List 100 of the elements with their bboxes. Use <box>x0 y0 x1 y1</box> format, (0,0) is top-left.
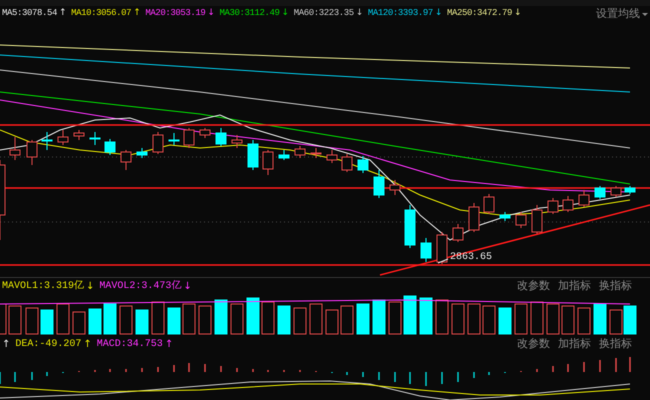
candle <box>168 132 180 146</box>
volume-bar <box>388 302 402 334</box>
volume-bar <box>8 306 22 334</box>
candle <box>358 156 368 174</box>
volume-bar <box>168 308 180 334</box>
candle <box>390 180 400 196</box>
volume-bar <box>72 312 86 334</box>
candle <box>136 148 148 158</box>
volume-bar <box>562 306 574 334</box>
trend-arrow: ↓ <box>207 7 215 20</box>
candle <box>594 186 606 200</box>
volume-bar <box>326 310 338 334</box>
volume-bar <box>482 306 496 334</box>
candle <box>420 238 432 262</box>
candle <box>562 196 574 212</box>
volume-bar <box>610 310 622 334</box>
candle <box>232 134 242 148</box>
candle <box>184 128 194 148</box>
volume-bar <box>420 298 432 334</box>
trend-arrow: ↑ <box>59 7 66 20</box>
indicator-value: MA30:3112.49 <box>220 7 280 20</box>
candle <box>500 212 510 222</box>
candle <box>532 204 542 234</box>
volume-bar <box>310 304 322 334</box>
candle <box>10 136 20 160</box>
volume-bar <box>514 304 528 334</box>
volume-bar <box>372 300 386 334</box>
volume-bar <box>40 310 54 334</box>
indicator-value: MA120:3393.97 <box>368 7 433 20</box>
candle <box>200 128 210 138</box>
candle <box>342 154 352 172</box>
indicator-button[interactable]: 加指标 <box>558 278 591 294</box>
candle <box>578 190 590 208</box>
candle <box>152 132 164 154</box>
indicator-value: MA5:3078.54 <box>2 7 58 20</box>
indicator-value: MAVOL1:3.319亿 <box>2 279 84 294</box>
volume-bar <box>26 308 38 334</box>
candle <box>516 212 526 228</box>
trend-arrow: ↓ <box>183 280 192 294</box>
candle <box>90 132 100 146</box>
volume-bar <box>56 304 70 334</box>
candle <box>436 232 448 264</box>
volume-bar <box>152 302 164 334</box>
trend-arrow: ↓ <box>514 7 522 20</box>
volume-bar <box>468 304 480 334</box>
volume-bar <box>498 308 512 334</box>
trend-arrow: ↓ <box>86 280 94 294</box>
volume-bar <box>278 306 290 334</box>
indicator-button[interactable]: 换指标 <box>599 336 632 352</box>
indicator-button[interactable]: 改参数 <box>517 336 550 352</box>
candle <box>216 128 226 146</box>
ma-settings-dropdown[interactable]: 设置均线 <box>596 6 648 22</box>
volume-bar <box>246 298 260 334</box>
volume-bar <box>198 306 212 334</box>
trend-arrow: ↑ <box>83 338 92 352</box>
volume-bar <box>88 308 102 334</box>
volume-bar <box>624 306 636 334</box>
candle <box>326 150 338 164</box>
volume-bar <box>530 302 544 334</box>
candle <box>548 198 558 214</box>
indicator-value: MACD:34.753 <box>96 338 163 352</box>
candle <box>74 130 84 140</box>
volume-bar <box>578 308 590 334</box>
indicator-button[interactable]: 加指标 <box>558 336 591 352</box>
indicator-button[interactable]: 换指标 <box>599 278 632 294</box>
candle <box>104 138 116 156</box>
volume-bar <box>546 304 560 334</box>
trend-arrow: ↑ <box>133 7 140 20</box>
volume-bar <box>230 304 244 334</box>
candle <box>404 204 416 248</box>
candle <box>468 202 480 232</box>
indicator-value: MA250:3472.79 <box>447 7 512 20</box>
volume-bar <box>104 304 116 334</box>
volume-bar <box>356 304 370 334</box>
candle <box>310 148 322 158</box>
volume-bar <box>262 302 274 334</box>
trend-arrow: ↑ <box>2 338 10 352</box>
volume-bar <box>182 304 196 334</box>
candle <box>610 186 622 198</box>
low-price-label: 2863.65 <box>450 252 492 264</box>
volume-bar <box>294 308 306 334</box>
candle <box>484 194 494 214</box>
candle <box>294 146 306 158</box>
indicator-button[interactable]: 改参数 <box>517 278 550 294</box>
volume-bar <box>594 304 606 334</box>
volume-bar <box>214 300 228 334</box>
volume-bar <box>120 306 132 334</box>
candle <box>278 150 290 160</box>
trend-arrow: ↑ <box>164 338 174 352</box>
candle <box>248 140 258 170</box>
volume-bar <box>340 306 354 334</box>
trend-arrow: ↓ <box>282 7 289 20</box>
volume-bar <box>436 300 448 334</box>
volume-bar <box>136 310 148 334</box>
indicator-value: MA60:3223.35 <box>294 7 354 20</box>
candle <box>42 132 52 150</box>
trend-arrow: ↓ <box>434 7 442 20</box>
indicator-value: MA20:3053.19 <box>145 7 206 20</box>
volume-bar <box>452 304 464 334</box>
indicator-value: DEA:-49.207 <box>15 338 82 352</box>
